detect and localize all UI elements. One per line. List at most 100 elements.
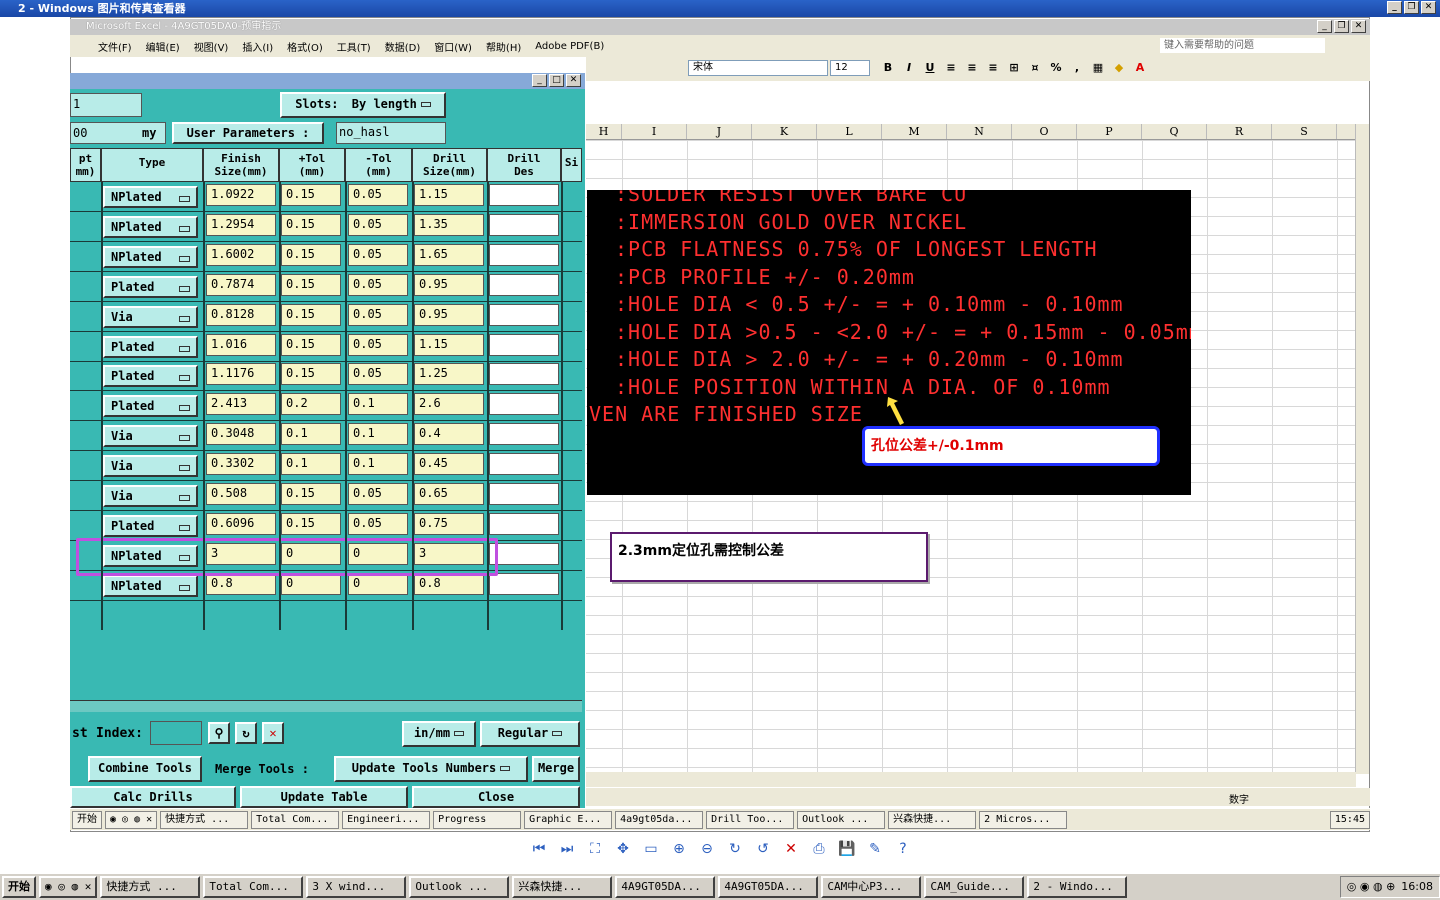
tray-icons[interactable]: ◎ ◉ ◍ ⊕	[1347, 877, 1396, 897]
merge-button[interactable]: Merge	[532, 756, 580, 782]
type-select[interactable]: NPlated	[103, 245, 198, 268]
cell-ptol[interactable]: 0.15	[281, 213, 341, 236]
type-select[interactable]: NPlated	[103, 574, 198, 597]
align-center-icon[interactable]: ≡	[964, 60, 980, 76]
type-select[interactable]: Via	[103, 305, 198, 328]
help-search-input[interactable]: 键入需要帮助的问题	[1160, 38, 1325, 53]
menu-item-5[interactable]: 工具(T)	[337, 39, 371, 54]
italic-button[interactable]: I	[901, 60, 917, 76]
menu-item-3[interactable]: 插入(I)	[242, 39, 273, 54]
inner-taskbar-item[interactable]: Engineeri...	[342, 810, 431, 829]
cell-drill-des[interactable]	[489, 303, 559, 326]
cell-ntol[interactable]: 0.1	[348, 453, 408, 476]
cell-drill-des[interactable]	[489, 363, 559, 386]
column-header[interactable]: M	[882, 124, 947, 139]
type-select[interactable]: Plated	[103, 365, 198, 388]
taskbar-item[interactable]: 兴森快捷...	[512, 876, 613, 898]
taskbar-item[interactable]: 快捷方式 ...	[100, 876, 201, 898]
column-header[interactable]: R	[1207, 124, 1272, 139]
horizontal-scrollbar[interactable]	[586, 772, 1356, 787]
print-icon[interactable]: ⎙	[810, 840, 828, 858]
cell-drill-des[interactable]	[489, 393, 559, 416]
menu-item-7[interactable]: 窗口(W)	[434, 39, 472, 54]
drill-minimize-icon[interactable]: _	[532, 74, 547, 87]
user-parameters-field[interactable]: no_hasl	[336, 122, 446, 144]
cell-finish[interactable]: 1.0922	[206, 184, 276, 206]
rotate-cw-icon[interactable]: ↻	[726, 840, 744, 858]
excel-restore-icon[interactable]: ❐	[1334, 20, 1349, 33]
column-header[interactable]: J	[687, 124, 752, 139]
cell-finish[interactable]: 0.6096	[206, 512, 276, 535]
cell-finish[interactable]: 1.016	[206, 333, 276, 356]
taskbar-item[interactable]: 3 X wind...	[306, 876, 407, 898]
column-header[interactable]: K	[752, 124, 817, 139]
cell-drill[interactable]: 1.15	[414, 184, 484, 206]
cell-drill[interactable]: 1.35	[414, 213, 484, 236]
taskbar-item[interactable]: 4A9GT05DA...	[615, 876, 716, 898]
cell-drill[interactable]: 0.95	[414, 273, 484, 296]
zoom-out-icon[interactable]: ⊖	[698, 840, 716, 858]
cell-drill-des[interactable]	[489, 184, 559, 206]
cell-drill-des[interactable]	[489, 273, 559, 296]
calc-drills-button[interactable]: Calc Drills	[70, 786, 236, 808]
zoom-in-icon[interactable]: ⊕	[670, 840, 688, 858]
align-right-icon[interactable]: ≡	[985, 60, 1001, 76]
font-name-select[interactable]: 宋体	[688, 60, 828, 76]
cell-ntol[interactable]: 0.1	[348, 393, 408, 416]
quicklaunch-icons[interactable]: ◉ ◎ ◍ ✕	[39, 876, 98, 898]
borders-icon[interactable]: ▦	[1090, 60, 1106, 76]
cell-finish[interactable]: 0.3048	[206, 423, 276, 446]
vertical-scrollbar[interactable]	[1355, 124, 1369, 774]
cell-ntol[interactable]: 0.05	[348, 213, 408, 236]
mode-menu[interactable]: Regular	[480, 721, 580, 747]
excel-close-icon[interactable]: ✕	[1351, 20, 1366, 33]
restore-icon[interactable]: ❐	[1404, 1, 1419, 14]
cell-ptol[interactable]: 0.15	[281, 363, 341, 386]
cell-drill[interactable]: 0.65	[414, 483, 484, 505]
best-fit-icon[interactable]: ⛶	[586, 840, 604, 858]
close-button[interactable]: Close	[412, 786, 580, 808]
cell-drill[interactable]: 0.4	[414, 423, 484, 446]
cell-ptol[interactable]: 0.15	[281, 273, 341, 296]
font-color-icon[interactable]: A	[1132, 60, 1148, 76]
cell-drill-des[interactable]	[489, 542, 559, 565]
cell-drill[interactable]: 0.45	[414, 453, 484, 476]
next-image-icon[interactable]: ⏭	[558, 840, 576, 858]
type-select[interactable]: NPlated	[103, 215, 198, 238]
comma-button[interactable]: ,	[1069, 60, 1085, 76]
type-select[interactable]: Plated	[103, 514, 198, 537]
minimize-icon[interactable]: _	[1387, 1, 1402, 14]
taskbar-item[interactable]: 4A9GT05DA...	[718, 876, 819, 898]
bold-button[interactable]: B	[880, 60, 896, 76]
type-select[interactable]: NPlated	[103, 186, 198, 208]
column-header[interactable]: H	[586, 124, 622, 139]
type-select[interactable]: Via	[103, 455, 198, 478]
cell-drill[interactable]: 0.95	[414, 303, 484, 326]
cell-drill-des[interactable]	[489, 572, 559, 595]
menu-item-1[interactable]: 编辑(E)	[146, 39, 180, 54]
drill-maximize-icon[interactable]: □	[549, 74, 564, 87]
search-icon[interactable]: ⚲	[208, 722, 230, 744]
actual-size-icon[interactable]: ✥	[614, 840, 632, 858]
column-header[interactable]: L	[817, 124, 882, 139]
inner-taskbar-item[interactable]: 2 Micros...	[979, 810, 1068, 829]
save-icon[interactable]: 💾	[838, 840, 856, 858]
menu-item-4[interactable]: 格式(O)	[287, 39, 323, 54]
column-header[interactable]: P	[1077, 124, 1142, 139]
cell-finish[interactable]: 1.6002	[206, 243, 276, 266]
drill-close-icon[interactable]: ✕	[566, 74, 581, 87]
menu-item-9[interactable]: Adobe PDF(B)	[535, 41, 604, 52]
rotate-ccw-icon[interactable]: ↺	[754, 840, 772, 858]
close-icon[interactable]: ✕	[1421, 1, 1436, 14]
units-menu[interactable]: in/mm	[402, 721, 476, 747]
cell-ptol[interactable]: 0.15	[281, 333, 341, 356]
inner-quicklaunch-icons[interactable]: ◉ ◎ ◍ ✕	[105, 810, 158, 829]
excel-minimize-icon[interactable]: _	[1317, 20, 1332, 33]
delete-image-icon[interactable]: ✕	[782, 840, 800, 858]
cell-drill[interactable]: 1.65	[414, 243, 484, 266]
currency-icon[interactable]: ¤	[1027, 60, 1043, 76]
cell-drill-des[interactable]	[489, 512, 559, 535]
menu-item-0[interactable]: 文件(F)	[98, 39, 132, 54]
type-select[interactable]: Plated	[103, 335, 198, 358]
cell-drill-des[interactable]	[489, 423, 559, 446]
